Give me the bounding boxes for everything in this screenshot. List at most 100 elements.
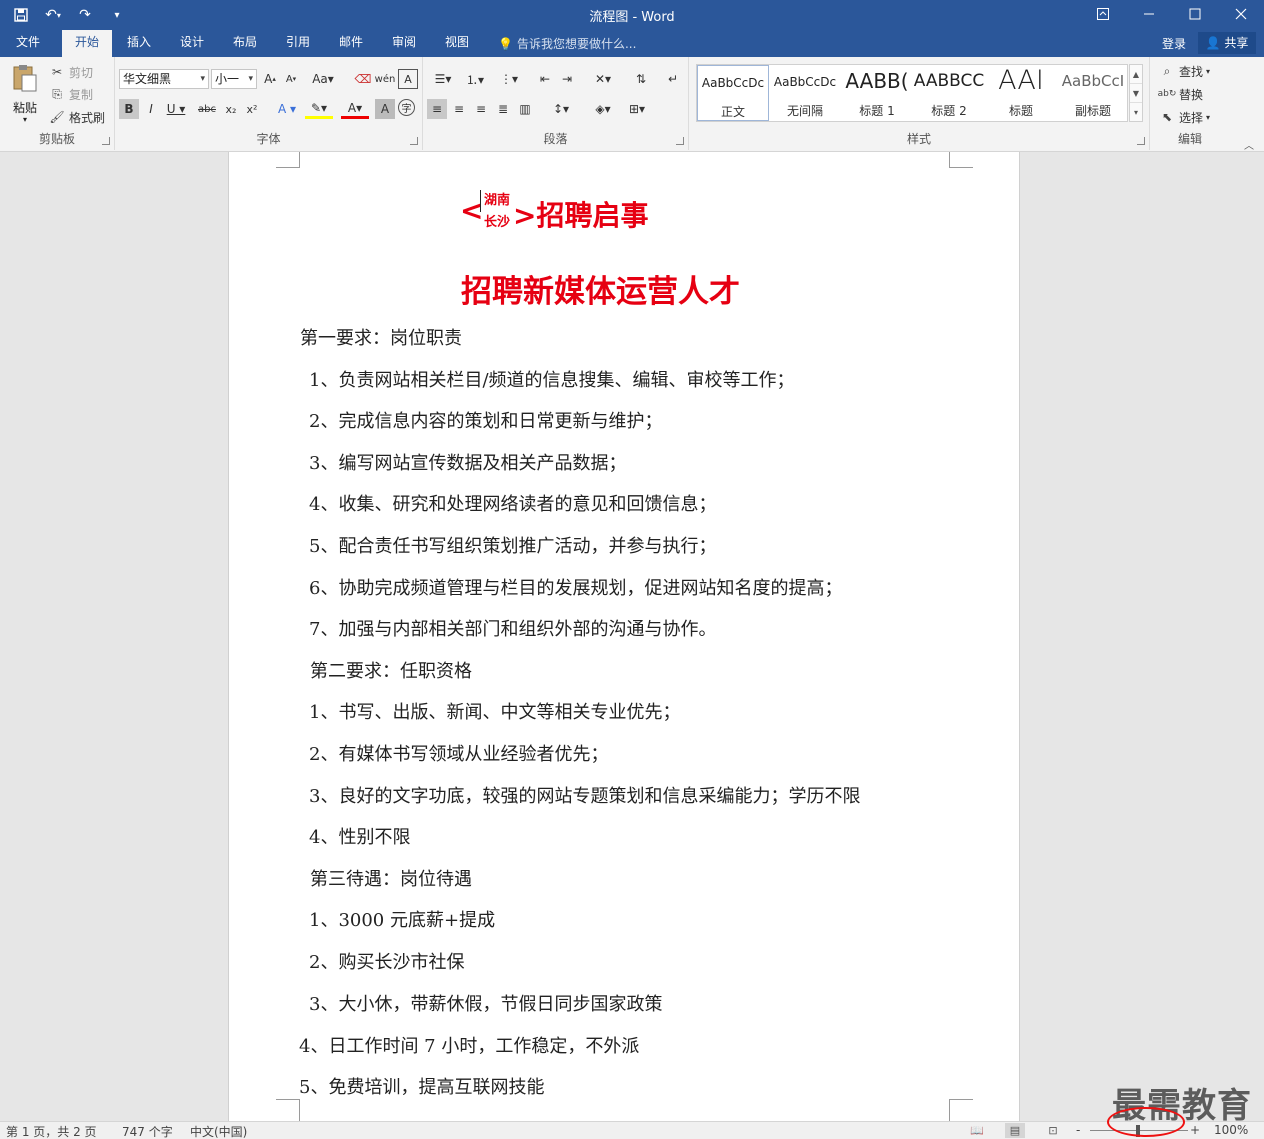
collapse-ribbon-icon[interactable]: ︿ [1244, 137, 1254, 152]
crop-mark-bottom-right [949, 1099, 973, 1121]
styles-scroll-up-icon[interactable]: ▲ [1130, 65, 1142, 84]
distributed-icon[interactable]: ▥ [515, 99, 535, 119]
select-button[interactable]: ⬉ 选择 ▾ [1158, 107, 1210, 127]
cut-button[interactable]: ✂ 剪切 [48, 62, 93, 82]
font-launcher-icon[interactable] [410, 137, 418, 145]
paste-button[interactable]: 粘贴 ▾ [8, 63, 42, 124]
copy-button[interactable]: ⎘ 复制 [48, 84, 93, 104]
clipboard-launcher-icon[interactable] [102, 137, 110, 145]
page-count[interactable]: 第 1 页，共 2 页 [6, 1123, 97, 1139]
tell-me-search[interactable]: 💡 告诉我您想要做什么... [498, 35, 636, 52]
tab-file[interactable]: 文件 [6, 30, 50, 57]
tab-review[interactable]: 审阅 [381, 30, 427, 57]
doc-line: 1、书写、出版、新闻、中文等相关专业优先； [309, 702, 681, 723]
align-left-icon[interactable]: ≡ [427, 99, 447, 119]
print-layout-icon[interactable]: ▤ [1005, 1123, 1025, 1138]
close-icon[interactable] [1218, 0, 1264, 28]
tab-design[interactable]: 设计 [169, 30, 215, 57]
bullets-icon[interactable]: ☰▾ [429, 69, 457, 89]
styles-scroll-down-icon[interactable]: ▼ [1130, 84, 1142, 103]
shrink-font-icon[interactable]: A ▾ [281, 69, 301, 89]
clipboard-group: 粘贴 ▾ ✂ 剪切 ⎘ 复制 🖌 格式刷 剪贴板 [0, 57, 115, 150]
document-area: < 湖南 长沙 >招聘启事 招聘新媒体运营人才 第一要求：岗位职责 1、负责网站… [0, 152, 1264, 1121]
grow-font-icon[interactable]: A ▴ [260, 69, 280, 89]
character-border-icon[interactable]: A [398, 69, 418, 89]
styles-more-icon[interactable]: ▾ [1130, 103, 1142, 122]
style-name: 标题 2 [931, 104, 967, 118]
magnifier-icon: ⌕ [1163, 63, 1171, 78]
zoom-out-button[interactable]: - [1076, 1123, 1080, 1137]
tab-mailings[interactable]: 邮件 [328, 30, 374, 57]
decrease-indent-icon[interactable]: ⇤ [535, 69, 555, 89]
minimize-icon[interactable] [1126, 0, 1172, 28]
maximize-icon[interactable] [1172, 0, 1218, 28]
ribbon-tabs: 文件 开始 插入 设计 布局 引用 邮件 审阅 视图 💡 告诉我您想要做什么..… [0, 30, 1264, 57]
character-shading-icon[interactable]: A [375, 99, 395, 119]
sort-icon[interactable]: ⇅ [631, 69, 651, 89]
find-dropdown-icon: ▾ [1206, 66, 1211, 76]
superscript-icon[interactable]: x² [242, 99, 262, 119]
tab-view[interactable]: 视图 [434, 30, 480, 57]
status-bar: 第 1 页，共 2 页 747 个字 中文(中国) 📖 ▤ ⊡ - + 100% [0, 1121, 1264, 1139]
style-heading-1[interactable]: AABB( 标题 1 [841, 65, 913, 121]
font-size-dropdown-icon[interactable]: ▾ [248, 70, 253, 88]
style-sample: AABB( [845, 69, 909, 93]
find-button[interactable]: ⌕ 查找 ▾ [1158, 61, 1210, 81]
paste-dropdown-icon[interactable]: ▾ [8, 115, 42, 124]
style-heading-2[interactable]: AABBCC 标题 2 [913, 65, 985, 121]
web-layout-icon[interactable]: ⊡ [1043, 1123, 1063, 1138]
font-name-box[interactable]: 华文细黑 ▾ [119, 69, 209, 89]
chinese-layout-icon[interactable]: ✕▾ [589, 69, 617, 89]
underline-icon[interactable]: U ▾ [163, 99, 189, 119]
share-button[interactable]: 👤 共享 [1198, 32, 1256, 54]
editing-group: ⌕ 查找 ▾ ab↻ 替换 ⬉ 选择 ▾ 编辑 [1150, 57, 1230, 150]
subscript-icon[interactable]: x₂ [221, 99, 241, 119]
italic-icon[interactable]: I [141, 99, 161, 119]
format-painter-label: 格式刷 [69, 110, 106, 125]
font-color-icon[interactable]: A▾ [341, 99, 369, 119]
increase-indent-icon[interactable]: ⇥ [557, 69, 577, 89]
login-link[interactable]: 登录 [1162, 35, 1186, 52]
show-marks-icon[interactable]: ↵ [663, 69, 683, 89]
clear-formatting-icon[interactable]: ⌫ [353, 69, 373, 89]
styles-gallery: AaBbCcDc 正文 AaBbCcDc 无间隔 AABB( 标题 1 AABB… [696, 64, 1128, 122]
line-spacing-icon[interactable]: ↕▾ [547, 99, 575, 119]
phonetic-guide-icon[interactable]: wén [375, 69, 396, 89]
tab-references[interactable]: 引用 [275, 30, 321, 57]
text-highlight-icon[interactable]: ✎▾ [305, 99, 333, 119]
align-center-icon[interactable]: ≡ [449, 99, 469, 119]
doc-line: 4、日工作时间 7 小时，工作稳定，不外派 [299, 1036, 640, 1057]
format-painter-button[interactable]: 🖌 格式刷 [48, 107, 105, 127]
borders-icon[interactable]: ⊞▾ [623, 99, 651, 119]
style-title[interactable]: AAI 标题 [985, 65, 1057, 121]
change-case-icon[interactable]: Aa▾ [309, 69, 337, 89]
styles-launcher-icon[interactable] [1137, 137, 1145, 145]
text-effects-icon[interactable]: A ▾ [273, 99, 301, 119]
justify-icon[interactable]: ≣ [493, 99, 513, 119]
word-count[interactable]: 747 个字 [122, 1123, 173, 1139]
align-right-icon[interactable]: ≡ [471, 99, 491, 119]
style-normal[interactable]: AaBbCcDc 正文 [697, 65, 769, 121]
strikethrough-icon[interactable]: abc [195, 99, 219, 119]
multilevel-list-icon[interactable]: ⋮▾ [495, 69, 523, 89]
shading-icon[interactable]: ◈▾ [589, 99, 617, 119]
doc-line: 第三待遇：岗位待遇 [310, 869, 472, 890]
enclose-characters-icon[interactable]: 字 [398, 99, 415, 116]
replace-button[interactable]: ab↻ 替换 [1158, 84, 1203, 104]
tab-layout[interactable]: 布局 [222, 30, 268, 57]
numbering-icon[interactable]: ⒈▾ [461, 69, 489, 89]
crop-mark-top-left [276, 152, 300, 168]
tab-insert[interactable]: 插入 [116, 30, 162, 57]
font-size-box[interactable]: 小一 ▾ [211, 69, 257, 89]
language-indicator[interactable]: 中文(中国) [190, 1123, 247, 1139]
read-mode-icon[interactable]: 📖 [967, 1123, 987, 1138]
tab-home[interactable]: 开始 [62, 30, 112, 57]
paragraph-launcher-icon[interactable] [676, 137, 684, 145]
style-no-spacing[interactable]: AaBbCcDc 无间隔 [769, 65, 841, 121]
font-name-dropdown-icon[interactable]: ▾ [200, 70, 205, 88]
bold-icon[interactable]: B [119, 99, 139, 119]
doc-line: 3、大小休，带薪休假，节假日同步国家政策 [309, 994, 663, 1015]
style-subtitle[interactable]: AaBbCcI 副标题 [1057, 65, 1129, 121]
document-page[interactable]: < 湖南 长沙 >招聘启事 招聘新媒体运营人才 第一要求：岗位职责 1、负责网站… [228, 152, 1020, 1121]
ribbon-display-options-icon[interactable] [1080, 0, 1126, 28]
